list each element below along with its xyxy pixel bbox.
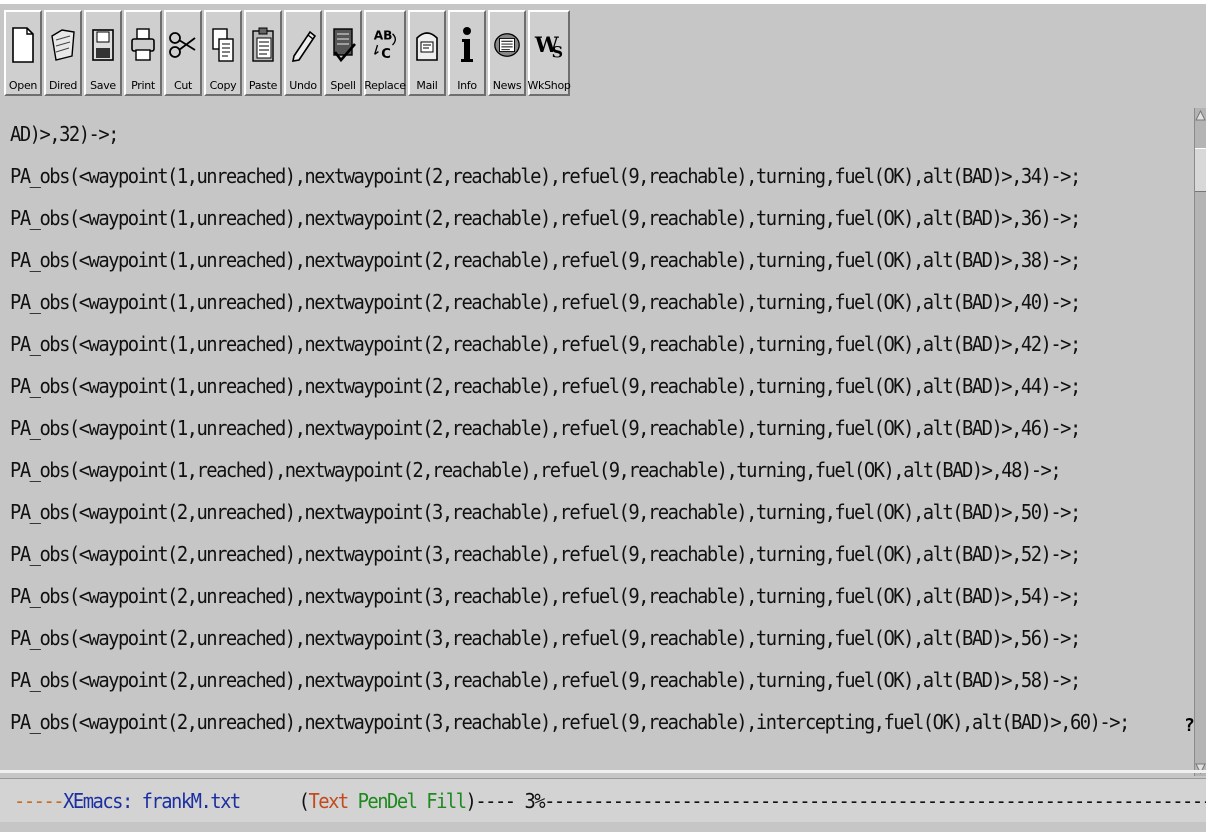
cut-button[interactable]: Cut bbox=[164, 10, 202, 96]
buffer-line[interactable]: PA_obs(<waypoint(1,unreached),nextwaypoi… bbox=[10, 332, 1081, 356]
save-button[interactable]: Save bbox=[84, 10, 122, 96]
modeline-fill-mode[interactable]: Fill bbox=[426, 789, 467, 813]
modeline-buffer-name[interactable]: XEmacs: frankM.txt bbox=[63, 789, 241, 813]
info-icon bbox=[452, 18, 482, 72]
copy-button-label: Copy bbox=[209, 79, 237, 92]
document-icon bbox=[8, 18, 38, 72]
text-buffer[interactable]: AD)>,32)->; PA_obs(<waypoint(1,unreached… bbox=[0, 104, 1192, 754]
folder-icon bbox=[48, 18, 78, 72]
svg-text:S: S bbox=[552, 42, 563, 61]
spell-button[interactable]: Spell bbox=[324, 10, 362, 96]
svg-text:AB: AB bbox=[374, 28, 393, 42]
buffer-line[interactable]: PA_obs(<waypoint(1,reached),nextwaypoint… bbox=[10, 458, 1062, 482]
buffer-line[interactable]: PA_obs(<waypoint(2,unreached),nextwaypoi… bbox=[10, 500, 1081, 524]
mailbox-icon bbox=[412, 18, 442, 72]
news-button[interactable]: News bbox=[488, 10, 526, 96]
buffer-line[interactable]: PA_obs(<waypoint(2,unreached),nextwaypoi… bbox=[10, 542, 1081, 566]
modeline-open-paren: ( bbox=[298, 789, 310, 813]
buffer-line[interactable]: PA_obs(<waypoint(2,unreached),nextwaypoi… bbox=[10, 710, 1130, 734]
toolbar: Open Dired Save Print Cut Copy Paste Und… bbox=[4, 8, 572, 96]
modeline-gap bbox=[240, 789, 299, 813]
undo-button-label: Undo bbox=[289, 79, 317, 92]
clipboard-icon bbox=[248, 18, 278, 72]
scrollbar-thumb[interactable] bbox=[1195, 148, 1206, 192]
modeline-position: )---- 3%--------------------------------… bbox=[465, 789, 1206, 813]
news-button-label: News bbox=[492, 79, 522, 92]
paste-button[interactable]: Paste bbox=[244, 10, 282, 96]
buffer-line[interactable]: PA_obs(<waypoint(1,unreached),nextwaypoi… bbox=[10, 248, 1081, 272]
scissors-icon bbox=[168, 18, 198, 72]
newspaper-icon bbox=[492, 18, 522, 72]
modeline-text: -----XEmacs: frankM.txt (Text PenDel Fil… bbox=[14, 789, 1206, 813]
printer-icon bbox=[128, 18, 158, 72]
replace-abc-icon: AB C bbox=[370, 18, 400, 72]
undo-button[interactable]: Undo bbox=[284, 10, 322, 96]
modeline: -----XEmacs: frankM.txt (Text PenDel Fil… bbox=[0, 778, 1206, 822]
info-button-label: Info bbox=[457, 79, 477, 92]
scroll-up-arrow-icon[interactable] bbox=[1195, 108, 1206, 124]
replace-button[interactable]: AB C Replace bbox=[364, 10, 406, 96]
window-top-edge bbox=[0, 0, 1206, 4]
vertical-scrollbar[interactable] bbox=[1194, 108, 1206, 776]
copy-button[interactable]: Copy bbox=[204, 10, 242, 96]
pencil-eraser-icon bbox=[288, 18, 318, 72]
wkshop-button[interactable]: WS WkShop bbox=[527, 10, 571, 96]
buffer-line[interactable]: PA_obs(<waypoint(1,unreached),nextwaypoi… bbox=[10, 290, 1081, 314]
mail-button[interactable]: Mail bbox=[408, 10, 446, 96]
buffer-line[interactable]: PA_obs(<waypoint(2,unreached),nextwaypoi… bbox=[10, 584, 1081, 608]
buffer-line[interactable]: PA_obs(<waypoint(2,unreached),nextwaypoi… bbox=[10, 668, 1081, 692]
dired-button-label: Dired bbox=[48, 79, 78, 92]
modeline-dashes: ----- bbox=[14, 789, 65, 813]
modeline-major-mode[interactable]: Text bbox=[308, 789, 349, 813]
buffer-line[interactable]: PA_obs(<waypoint(1,unreached),nextwaypoi… bbox=[10, 206, 1081, 230]
cut-button-label: Cut bbox=[173, 79, 193, 92]
modeline-pendel-mode[interactable]: PenDel bbox=[358, 789, 418, 813]
floppy-disk-icon bbox=[88, 18, 118, 72]
open-button[interactable]: Open bbox=[4, 10, 42, 96]
paste-button-label: Paste bbox=[248, 79, 278, 92]
print-button[interactable]: Print bbox=[124, 10, 162, 96]
open-button-label: Open bbox=[8, 79, 38, 92]
mail-button-label: Mail bbox=[416, 79, 438, 92]
buffer-line[interactable]: PA_obs(<waypoint(1,unreached),nextwaypoi… bbox=[10, 374, 1081, 398]
print-button-label: Print bbox=[131, 79, 155, 92]
svg-text:C: C bbox=[381, 47, 391, 62]
buffer-line[interactable]: PA_obs(<waypoint(2,unreached),nextwaypoi… bbox=[10, 626, 1081, 650]
save-button-label: Save bbox=[90, 79, 116, 92]
buffer-line[interactable]: AD)>,32)->; bbox=[10, 122, 119, 146]
spell-button-label: Spell bbox=[330, 79, 356, 92]
copy-pages-icon bbox=[208, 18, 238, 72]
workshop-ws-icon: WS bbox=[534, 18, 564, 72]
wkshop-button-label: WkShop bbox=[527, 79, 571, 92]
spellcheck-book-icon bbox=[328, 18, 358, 72]
modeline-divider bbox=[0, 770, 1206, 773]
info-button[interactable]: Info bbox=[448, 10, 486, 96]
scroll-down-arrow-icon[interactable] bbox=[1195, 760, 1206, 776]
replace-button-label: Replace bbox=[364, 79, 406, 92]
buffer-line[interactable]: PA_obs(<waypoint(1,unreached),nextwaypoi… bbox=[10, 416, 1081, 440]
dired-button[interactable]: Dired bbox=[44, 10, 82, 96]
buffer-line[interactable]: PA_obs(<waypoint(1,unreached),nextwaypoi… bbox=[10, 164, 1081, 188]
